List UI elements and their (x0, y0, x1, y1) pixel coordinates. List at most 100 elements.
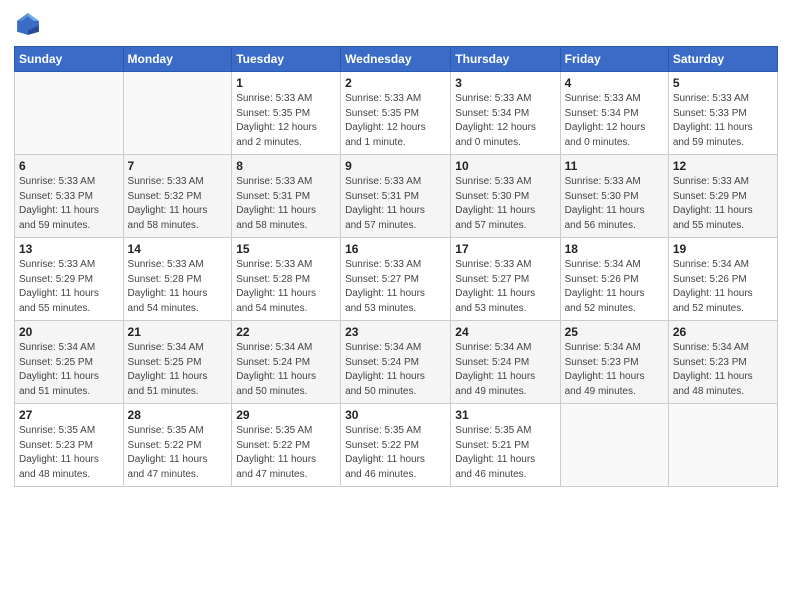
calendar-cell: 21 Sunrise: 5:34 AM Sunset: 5:25 PM Dayli… (123, 321, 232, 404)
day-info: Sunrise: 5:34 AM Sunset: 5:26 PM Dayligh… (565, 258, 664, 316)
day-info: Sunrise: 5:33 AM Sunset: 5:28 PM Dayligh… (128, 258, 228, 316)
day-info: Sunrise: 5:33 AM Sunset: 5:33 PM Dayligh… (673, 92, 773, 150)
header (14, 10, 778, 38)
day-number: 30 (345, 408, 446, 422)
day-number: 14 (128, 242, 228, 256)
day-info: Sunrise: 5:33 AM Sunset: 5:34 PM Dayligh… (455, 92, 555, 150)
calendar-cell: 6 Sunrise: 5:33 AM Sunset: 5:33 PM Daylig… (15, 155, 124, 238)
day-header-thursday: Thursday (451, 47, 560, 72)
day-info: Sunrise: 5:33 AM Sunset: 5:30 PM Dayligh… (565, 175, 664, 233)
calendar-cell: 10 Sunrise: 5:33 AM Sunset: 5:30 PM Dayli… (451, 155, 560, 238)
day-header-wednesday: Wednesday (341, 47, 451, 72)
page: SundayMondayTuesdayWednesdayThursdayFrid… (0, 0, 792, 612)
day-number: 5 (673, 76, 773, 90)
logo-icon (14, 10, 42, 38)
day-number: 1 (236, 76, 336, 90)
day-info: Sunrise: 5:33 AM Sunset: 5:33 PM Dayligh… (19, 175, 119, 233)
day-info: Sunrise: 5:34 AM Sunset: 5:26 PM Dayligh… (673, 258, 773, 316)
calendar-cell (668, 404, 777, 487)
day-number: 20 (19, 325, 119, 339)
day-number: 12 (673, 159, 773, 173)
day-info: Sunrise: 5:33 AM Sunset: 5:31 PM Dayligh… (345, 175, 446, 233)
day-info: Sunrise: 5:33 AM Sunset: 5:35 PM Dayligh… (345, 92, 446, 150)
calendar-cell: 29 Sunrise: 5:35 AM Sunset: 5:22 PM Dayli… (232, 404, 341, 487)
logo (14, 10, 46, 38)
day-info: Sunrise: 5:35 AM Sunset: 5:23 PM Dayligh… (19, 424, 119, 482)
day-number: 28 (128, 408, 228, 422)
day-info: Sunrise: 5:33 AM Sunset: 5:29 PM Dayligh… (673, 175, 773, 233)
day-number: 29 (236, 408, 336, 422)
calendar-cell: 20Sunrise: 5:34 AM Sunset: 5:25 PM Dayli… (15, 321, 124, 404)
day-info: Sunrise: 5:33 AM Sunset: 5:31 PM Dayligh… (236, 175, 336, 233)
day-info: Sunrise: 5:35 AM Sunset: 5:22 PM Dayligh… (128, 424, 228, 482)
day-info: Sunrise: 5:33 AM Sunset: 5:30 PM Dayligh… (455, 175, 555, 233)
day-info: Sunrise: 5:34 AM Sunset: 5:24 PM Dayligh… (345, 341, 446, 399)
calendar-cell: 13 Sunrise: 5:33 AM Sunset: 5:29 PM Dayli… (15, 238, 124, 321)
calendar-cell: 30 Sunrise: 5:35 AM Sunset: 5:22 PM Dayli… (341, 404, 451, 487)
calendar-cell: 28 Sunrise: 5:35 AM Sunset: 5:22 PM Dayli… (123, 404, 232, 487)
calendar-cell: 7 Sunrise: 5:33 AM Sunset: 5:32 PM Daylig… (123, 155, 232, 238)
calendar-cell: 9 Sunrise: 5:33 AM Sunset: 5:31 PM Daylig… (341, 155, 451, 238)
day-number: 7 (128, 159, 228, 173)
calendar-cell: 4Sunrise: 5:33 AM Sunset: 5:34 PM Daylig… (560, 72, 668, 155)
calendar-cell (15, 72, 124, 155)
day-number: 15 (236, 242, 336, 256)
calendar-cell: 12 Sunrise: 5:33 AM Sunset: 5:29 PM Dayli… (668, 155, 777, 238)
calendar-cell (560, 404, 668, 487)
day-info: Sunrise: 5:33 AM Sunset: 5:27 PM Dayligh… (345, 258, 446, 316)
day-number: 21 (128, 325, 228, 339)
calendar-cell: 18Sunrise: 5:34 AM Sunset: 5:26 PM Dayli… (560, 238, 668, 321)
day-info: Sunrise: 5:33 AM Sunset: 5:29 PM Dayligh… (19, 258, 119, 316)
day-header-tuesday: Tuesday (232, 47, 341, 72)
day-number: 8 (236, 159, 336, 173)
day-info: Sunrise: 5:33 AM Sunset: 5:27 PM Dayligh… (455, 258, 555, 316)
day-number: 2 (345, 76, 446, 90)
calendar-cell: 22Sunrise: 5:34 AM Sunset: 5:24 PM Dayli… (232, 321, 341, 404)
day-number: 22 (236, 325, 336, 339)
calendar-cell: 19 Sunrise: 5:34 AM Sunset: 5:26 PM Dayli… (668, 238, 777, 321)
day-number: 10 (455, 159, 555, 173)
day-header-monday: Monday (123, 47, 232, 72)
day-number: 17 (455, 242, 555, 256)
day-number: 19 (673, 242, 773, 256)
day-number: 6 (19, 159, 119, 173)
day-number: 26 (673, 325, 773, 339)
day-info: Sunrise: 5:34 AM Sunset: 5:23 PM Dayligh… (565, 341, 664, 399)
calendar-week-row: 27 Sunrise: 5:35 AM Sunset: 5:23 PM Dayli… (15, 404, 778, 487)
day-number: 25 (565, 325, 664, 339)
calendar-cell: 15Sunrise: 5:33 AM Sunset: 5:28 PM Dayli… (232, 238, 341, 321)
calendar-cell: 8 Sunrise: 5:33 AM Sunset: 5:31 PM Daylig… (232, 155, 341, 238)
calendar-cell: 26 Sunrise: 5:34 AM Sunset: 5:23 PM Dayli… (668, 321, 777, 404)
day-number: 9 (345, 159, 446, 173)
calendar-cell (123, 72, 232, 155)
day-header-saturday: Saturday (668, 47, 777, 72)
calendar-cell: 23 Sunrise: 5:34 AM Sunset: 5:24 PM Dayli… (341, 321, 451, 404)
day-number: 13 (19, 242, 119, 256)
calendar-week-row: 6 Sunrise: 5:33 AM Sunset: 5:33 PM Daylig… (15, 155, 778, 238)
day-info: Sunrise: 5:35 AM Sunset: 5:21 PM Dayligh… (455, 424, 555, 482)
day-info: Sunrise: 5:33 AM Sunset: 5:32 PM Dayligh… (128, 175, 228, 233)
calendar-cell: 1Sunrise: 5:33 AM Sunset: 5:35 PM Daylig… (232, 72, 341, 155)
day-number: 4 (565, 76, 664, 90)
day-number: 16 (345, 242, 446, 256)
day-number: 31 (455, 408, 555, 422)
day-header-friday: Friday (560, 47, 668, 72)
calendar-cell: 14 Sunrise: 5:33 AM Sunset: 5:28 PM Dayli… (123, 238, 232, 321)
calendar-cell: 17 Sunrise: 5:33 AM Sunset: 5:27 PM Dayli… (451, 238, 560, 321)
day-info: Sunrise: 5:34 AM Sunset: 5:23 PM Dayligh… (673, 341, 773, 399)
day-info: Sunrise: 5:35 AM Sunset: 5:22 PM Dayligh… (345, 424, 446, 482)
calendar-table: SundayMondayTuesdayWednesdayThursdayFrid… (14, 46, 778, 487)
day-number: 24 (455, 325, 555, 339)
calendar-cell: 27 Sunrise: 5:35 AM Sunset: 5:23 PM Dayli… (15, 404, 124, 487)
calendar-cell: 11 Sunrise: 5:33 AM Sunset: 5:30 PM Dayli… (560, 155, 668, 238)
calendar-cell: 16 Sunrise: 5:33 AM Sunset: 5:27 PM Dayli… (341, 238, 451, 321)
day-number: 3 (455, 76, 555, 90)
day-header-sunday: Sunday (15, 47, 124, 72)
calendar-week-row: 13 Sunrise: 5:33 AM Sunset: 5:29 PM Dayli… (15, 238, 778, 321)
calendar-cell: 2 Sunrise: 5:33 AM Sunset: 5:35 PM Daylig… (341, 72, 451, 155)
day-info: Sunrise: 5:34 AM Sunset: 5:25 PM Dayligh… (128, 341, 228, 399)
day-number: 23 (345, 325, 446, 339)
day-number: 27 (19, 408, 119, 422)
day-info: Sunrise: 5:35 AM Sunset: 5:22 PM Dayligh… (236, 424, 336, 482)
day-number: 11 (565, 159, 664, 173)
